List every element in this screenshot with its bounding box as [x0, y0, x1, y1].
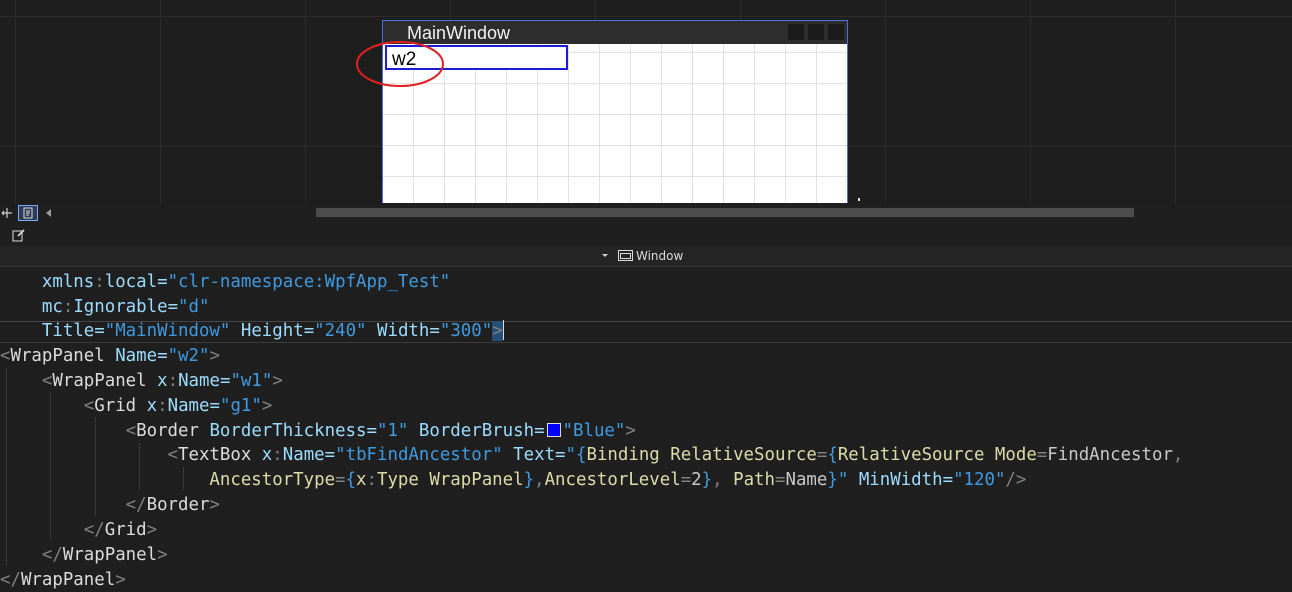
code-line-10[interactable]: </Border> — [0, 493, 220, 518]
close-icon — [828, 24, 844, 40]
code-line-13[interactable]: </WrapPanel> — [0, 568, 126, 592]
maximize-icon — [808, 24, 824, 40]
code-line-6[interactable]: <Grid x:Name="g1"> — [0, 394, 273, 419]
window-icon — [618, 250, 633, 261]
code-line-8[interactable]: <TextBox x:Name="tbFindAncestor" Text="{… — [0, 443, 1184, 468]
code-line-2[interactable]: mc:Ignorable="d" — [0, 295, 210, 320]
minimize-icon — [788, 24, 804, 40]
designer-window-preview[interactable]: MainWindow w2 — [382, 20, 848, 203]
blue-color-swatch-icon[interactable] — [546, 423, 561, 437]
horizontal-scrollbar-thumb[interactable] — [316, 208, 1134, 217]
window-titlebar: MainWindow — [383, 21, 847, 44]
code-line-11[interactable]: </Grid> — [0, 518, 157, 543]
code-line-9[interactable]: AncestorType={x:Type WrapPanel},Ancestor… — [0, 468, 1026, 493]
window-client-area[interactable]: w2 — [383, 44, 847, 203]
chevron-down-icon[interactable] — [601, 253, 609, 259]
text-caret — [502, 320, 504, 340]
scroll-left-icon[interactable] — [45, 209, 53, 217]
code-line-1[interactable]: xmlns:local="clr-namespace:WpfApp_Test" — [0, 270, 450, 295]
pan-icon[interactable] — [1, 207, 13, 219]
xaml-designer-surface[interactable]: MainWindow w2 — [0, 0, 1292, 203]
code-line-4[interactable]: <WrapPanel Name="w2"> — [0, 344, 220, 369]
editor-toolbar — [0, 222, 1292, 246]
xaml-code-editor[interactable]: xmlns:local="clr-namespace:WpfApp_Test" … — [0, 267, 1292, 592]
element-selector-window[interactable]: Window — [618, 247, 683, 265]
element-navigation-bar: Window — [0, 246, 1292, 267]
edit-xaml-icon[interactable] — [12, 228, 26, 242]
element-selector-label: Window — [636, 249, 684, 263]
code-line-7[interactable]: <Border BorderThickness="1" BorderBrush=… — [0, 419, 636, 444]
code-line-12[interactable]: </WrapPanel> — [0, 543, 168, 568]
code-line-5[interactable]: <WrapPanel x:Name="w1"> — [0, 369, 283, 394]
designer-scroll-strip — [0, 203, 1292, 222]
clipped-previous-line — [440, 267, 770, 269]
split-view-icon[interactable] — [18, 205, 38, 221]
highlight-circle-annotation — [356, 41, 444, 87]
resize-handle[interactable] — [858, 198, 860, 201]
code-line-3[interactable]: Title="MainWindow" Height="240" Width="3… — [0, 319, 504, 344]
